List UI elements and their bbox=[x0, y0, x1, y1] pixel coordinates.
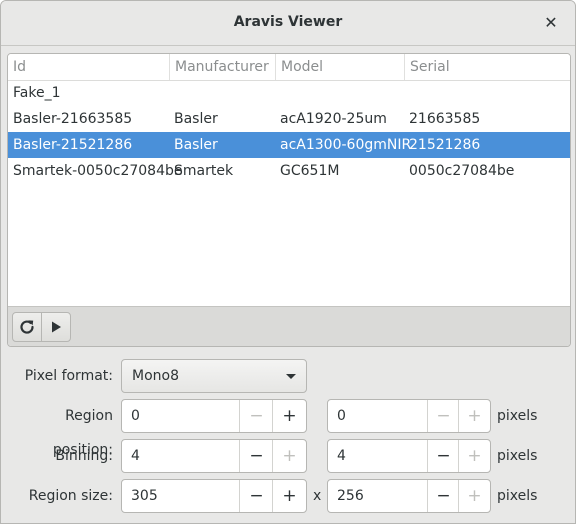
increment-button[interactable]: + bbox=[272, 440, 306, 472]
cell-model: acA1920-25um bbox=[280, 111, 387, 127]
unit-label: pixels bbox=[497, 408, 538, 424]
app-window: Aravis Viewer ✕ Id Manufacturer Model Se… bbox=[0, 0, 576, 524]
table-row-selected[interactable]: Basler-21521286 Basler acA1300-60gmNIR 2… bbox=[8, 132, 570, 158]
region-size-y-spin[interactable]: 256 − + bbox=[327, 479, 491, 513]
increment-button[interactable]: + bbox=[458, 440, 490, 472]
pixel-format-label: Pixel format: bbox=[24, 368, 113, 384]
region-size-x-spin[interactable]: 305 − + bbox=[121, 479, 307, 513]
region-position-y-value[interactable]: 0 bbox=[337, 400, 346, 432]
x-separator: x bbox=[313, 488, 322, 504]
decrement-button[interactable]: − bbox=[427, 440, 459, 472]
region-position-y-spin[interactable]: 0 − + bbox=[327, 399, 491, 433]
region-position-label: Region position: bbox=[52, 408, 113, 458]
title-bar: Aravis Viewer ✕ bbox=[1, 1, 575, 46]
chevron-down-icon bbox=[286, 374, 296, 379]
unit-label: pixels bbox=[497, 488, 538, 504]
binning-x-value[interactable]: 4 bbox=[131, 440, 140, 472]
unit-label: pixels bbox=[497, 448, 538, 464]
refresh-button[interactable] bbox=[12, 312, 42, 342]
increment-button[interactable]: + bbox=[272, 480, 306, 512]
binning-label: Binning: bbox=[55, 448, 113, 464]
region-size-y-value[interactable]: 256 bbox=[337, 480, 364, 512]
region-position-x-spin[interactable]: 0 − + bbox=[121, 399, 307, 433]
increment-button[interactable]: + bbox=[272, 400, 306, 432]
refresh-icon bbox=[20, 320, 34, 334]
column-header-model[interactable]: Model bbox=[276, 54, 405, 80]
table-header: Id Manufacturer Model Serial bbox=[8, 54, 570, 81]
cell-manufacturer: Basler bbox=[174, 137, 218, 153]
increment-button[interactable]: + bbox=[458, 400, 490, 432]
binning-y-value[interactable]: 4 bbox=[337, 440, 346, 472]
column-header-manufacturer[interactable]: Manufacturer bbox=[170, 54, 276, 80]
camera-list: Id Manufacturer Model Serial Fake_1 Basl… bbox=[7, 53, 571, 347]
decrement-button[interactable]: − bbox=[427, 400, 459, 432]
close-icon[interactable]: ✕ bbox=[541, 13, 561, 33]
region-size-x-value[interactable]: 305 bbox=[131, 480, 158, 512]
binning-x-spin[interactable]: 4 − + bbox=[121, 439, 307, 473]
increment-button[interactable]: + bbox=[458, 480, 490, 512]
cell-serial: 0050c27084be bbox=[409, 163, 515, 179]
column-header-id[interactable]: Id bbox=[8, 54, 170, 80]
cell-serial: 21521286 bbox=[409, 137, 481, 153]
decrement-button[interactable]: − bbox=[427, 480, 459, 512]
pixel-format-value: Mono8 bbox=[132, 368, 179, 384]
list-toolbar bbox=[8, 306, 570, 346]
cell-id: Smartek-0050c27084be bbox=[13, 163, 183, 179]
binning-y-spin[interactable]: 4 − + bbox=[327, 439, 491, 473]
cell-manufacturer: Smartek bbox=[174, 163, 234, 179]
cell-id: Basler-21663585 bbox=[13, 111, 133, 127]
cell-id: Fake_1 bbox=[13, 85, 61, 101]
window-title: Aravis Viewer bbox=[233, 14, 343, 30]
table-row[interactable]: Fake_1 bbox=[8, 80, 570, 106]
decrement-button[interactable]: − bbox=[239, 400, 273, 432]
cell-model: acA1300-60gmNIR bbox=[280, 137, 412, 153]
play-icon bbox=[52, 321, 61, 333]
cell-serial: 21663585 bbox=[409, 111, 481, 127]
table-row[interactable]: Smartek-0050c27084be Smartek GC651M 0050… bbox=[8, 158, 570, 184]
play-button[interactable] bbox=[41, 312, 71, 342]
region-position-x-value[interactable]: 0 bbox=[131, 400, 140, 432]
decrement-button[interactable]: − bbox=[239, 440, 273, 472]
table-row[interactable]: Basler-21663585 Basler acA1920-25um 2166… bbox=[8, 106, 570, 132]
cell-model: GC651M bbox=[280, 163, 340, 179]
decrement-button[interactable]: − bbox=[239, 480, 273, 512]
cell-id: Basler-21521286 bbox=[13, 137, 133, 153]
column-header-serial[interactable]: Serial bbox=[405, 54, 570, 80]
pixel-format-select[interactable]: Mono8 bbox=[121, 359, 307, 393]
region-size-label: Region size: bbox=[28, 488, 113, 504]
cell-manufacturer: Basler bbox=[174, 111, 218, 127]
